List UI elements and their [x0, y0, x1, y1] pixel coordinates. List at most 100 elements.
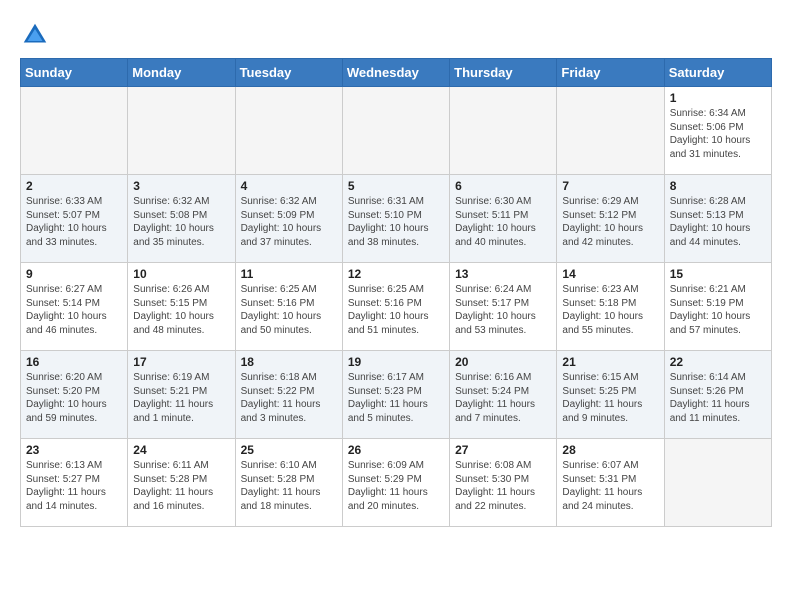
day-number: 13	[455, 267, 551, 281]
calendar-cell: 25 Sunrise: 6:10 AM Sunset: 5:28 PM Dayli…	[235, 439, 342, 527]
day-info: Sunrise: 6:31 AM Sunset: 5:10 PM Dayligh…	[348, 195, 444, 249]
day-number: 23	[26, 443, 122, 457]
day-info: Sunrise: 6:13 AM Sunset: 5:27 PM Dayligh…	[26, 459, 122, 513]
day-info: Sunrise: 6:28 AM Sunset: 5:13 PM Dayligh…	[670, 195, 766, 249]
calendar-cell: 19 Sunrise: 6:17 AM Sunset: 5:23 PM Dayli…	[342, 351, 449, 439]
calendar-cell: 14 Sunrise: 6:23 AM Sunset: 5:18 PM Dayli…	[557, 263, 664, 351]
day-info: Sunrise: 6:14 AM Sunset: 5:26 PM Dayligh…	[670, 371, 766, 425]
calendar-cell: 15 Sunrise: 6:21 AM Sunset: 5:19 PM Dayli…	[664, 263, 771, 351]
col-header-wednesday: Wednesday	[342, 59, 449, 87]
day-number: 18	[241, 355, 337, 369]
calendar-cell	[450, 87, 557, 175]
day-info: Sunrise: 6:26 AM Sunset: 5:15 PM Dayligh…	[133, 283, 229, 337]
day-number: 6	[455, 179, 551, 193]
calendar-week-row: 2Sunrise: 6:33 AM Sunset: 5:07 PM Daylig…	[21, 175, 772, 263]
day-number: 10	[133, 267, 229, 281]
day-info: Sunrise: 6:27 AM Sunset: 5:14 PM Dayligh…	[26, 283, 122, 337]
col-header-saturday: Saturday	[664, 59, 771, 87]
col-header-thursday: Thursday	[450, 59, 557, 87]
calendar-header-row: SundayMondayTuesdayWednesdayThursdayFrid…	[21, 59, 772, 87]
day-number: 4	[241, 179, 337, 193]
day-info: Sunrise: 6:25 AM Sunset: 5:16 PM Dayligh…	[348, 283, 444, 337]
day-info: Sunrise: 6:34 AM Sunset: 5:06 PM Dayligh…	[670, 107, 766, 161]
calendar-week-row: 16 Sunrise: 6:20 AM Sunset: 5:20 PM Dayli…	[21, 351, 772, 439]
calendar-cell: 1 Sunrise: 6:34 AM Sunset: 5:06 PM Daylig…	[664, 87, 771, 175]
calendar-cell: 4 Sunrise: 6:32 AM Sunset: 5:09 PM Daylig…	[235, 175, 342, 263]
day-info: Sunrise: 6:30 AM Sunset: 5:11 PM Dayligh…	[455, 195, 551, 249]
day-info: Sunrise: 6:18 AM Sunset: 5:22 PM Dayligh…	[241, 371, 337, 425]
calendar-cell: 9Sunrise: 6:27 AM Sunset: 5:14 PM Daylig…	[21, 263, 128, 351]
day-info: Sunrise: 6:32 AM Sunset: 5:08 PM Dayligh…	[133, 195, 229, 249]
day-number: 20	[455, 355, 551, 369]
calendar-cell: 7 Sunrise: 6:29 AM Sunset: 5:12 PM Daylig…	[557, 175, 664, 263]
day-number: 25	[241, 443, 337, 457]
day-info: Sunrise: 6:16 AM Sunset: 5:24 PM Dayligh…	[455, 371, 551, 425]
day-number: 12	[348, 267, 444, 281]
day-info: Sunrise: 6:07 AM Sunset: 5:31 PM Dayligh…	[562, 459, 658, 513]
day-info: Sunrise: 6:15 AM Sunset: 5:25 PM Dayligh…	[562, 371, 658, 425]
day-number: 2	[26, 179, 122, 193]
calendar-cell: 27 Sunrise: 6:08 AM Sunset: 5:30 PM Dayli…	[450, 439, 557, 527]
day-info: Sunrise: 6:11 AM Sunset: 5:28 PM Dayligh…	[133, 459, 229, 513]
calendar-cell: 20 Sunrise: 6:16 AM Sunset: 5:24 PM Dayli…	[450, 351, 557, 439]
day-info: Sunrise: 6:32 AM Sunset: 5:09 PM Dayligh…	[241, 195, 337, 249]
calendar-cell: 17Sunrise: 6:19 AM Sunset: 5:21 PM Dayli…	[128, 351, 235, 439]
day-info: Sunrise: 6:23 AM Sunset: 5:18 PM Dayligh…	[562, 283, 658, 337]
day-info: Sunrise: 6:08 AM Sunset: 5:30 PM Dayligh…	[455, 459, 551, 513]
day-number: 22	[670, 355, 766, 369]
calendar-cell: 8 Sunrise: 6:28 AM Sunset: 5:13 PM Daylig…	[664, 175, 771, 263]
day-info: Sunrise: 6:19 AM Sunset: 5:21 PM Dayligh…	[133, 371, 229, 425]
col-header-monday: Monday	[128, 59, 235, 87]
day-number: 3	[133, 179, 229, 193]
day-number: 15	[670, 267, 766, 281]
calendar: SundayMondayTuesdayWednesdayThursdayFrid…	[20, 58, 772, 527]
day-number: 7	[562, 179, 658, 193]
day-number: 14	[562, 267, 658, 281]
logo	[20, 20, 54, 50]
col-header-friday: Friday	[557, 59, 664, 87]
calendar-cell: 3 Sunrise: 6:32 AM Sunset: 5:08 PM Daylig…	[128, 175, 235, 263]
calendar-week-row: 23 Sunrise: 6:13 AM Sunset: 5:27 PM Dayli…	[21, 439, 772, 527]
calendar-cell: 24 Sunrise: 6:11 AM Sunset: 5:28 PM Dayli…	[128, 439, 235, 527]
calendar-cell	[235, 87, 342, 175]
day-number: 28	[562, 443, 658, 457]
calendar-cell: 23 Sunrise: 6:13 AM Sunset: 5:27 PM Dayli…	[21, 439, 128, 527]
day-number: 19	[348, 355, 444, 369]
calendar-cell	[557, 87, 664, 175]
page-header	[20, 20, 772, 50]
day-info: Sunrise: 6:24 AM Sunset: 5:17 PM Dayligh…	[455, 283, 551, 337]
logo-icon	[20, 20, 50, 50]
calendar-cell: 18 Sunrise: 6:18 AM Sunset: 5:22 PM Dayli…	[235, 351, 342, 439]
calendar-cell	[664, 439, 771, 527]
calendar-cell: 21Sunrise: 6:15 AM Sunset: 5:25 PM Dayli…	[557, 351, 664, 439]
calendar-cell: 10 Sunrise: 6:26 AM Sunset: 5:15 PM Dayli…	[128, 263, 235, 351]
day-info: Sunrise: 6:17 AM Sunset: 5:23 PM Dayligh…	[348, 371, 444, 425]
calendar-cell: 11 Sunrise: 6:25 AM Sunset: 5:16 PM Dayli…	[235, 263, 342, 351]
calendar-cell	[21, 87, 128, 175]
calendar-cell: 28 Sunrise: 6:07 AM Sunset: 5:31 PM Dayli…	[557, 439, 664, 527]
calendar-cell	[128, 87, 235, 175]
calendar-cell: 22 Sunrise: 6:14 AM Sunset: 5:26 PM Dayli…	[664, 351, 771, 439]
day-number: 5	[348, 179, 444, 193]
day-number: 8	[670, 179, 766, 193]
day-number: 1	[670, 91, 766, 105]
day-number: 26	[348, 443, 444, 457]
day-number: 27	[455, 443, 551, 457]
calendar-cell: 5 Sunrise: 6:31 AM Sunset: 5:10 PM Daylig…	[342, 175, 449, 263]
day-number: 16	[26, 355, 122, 369]
calendar-cell: 13 Sunrise: 6:24 AM Sunset: 5:17 PM Dayli…	[450, 263, 557, 351]
day-info: Sunrise: 6:21 AM Sunset: 5:19 PM Dayligh…	[670, 283, 766, 337]
calendar-week-row: 9Sunrise: 6:27 AM Sunset: 5:14 PM Daylig…	[21, 263, 772, 351]
calendar-cell: 26Sunrise: 6:09 AM Sunset: 5:29 PM Dayli…	[342, 439, 449, 527]
day-info: Sunrise: 6:10 AM Sunset: 5:28 PM Dayligh…	[241, 459, 337, 513]
day-info: Sunrise: 6:20 AM Sunset: 5:20 PM Dayligh…	[26, 371, 122, 425]
day-info: Sunrise: 6:29 AM Sunset: 5:12 PM Dayligh…	[562, 195, 658, 249]
calendar-cell: 2Sunrise: 6:33 AM Sunset: 5:07 PM Daylig…	[21, 175, 128, 263]
calendar-cell: 6 Sunrise: 6:30 AM Sunset: 5:11 PM Daylig…	[450, 175, 557, 263]
day-number: 11	[241, 267, 337, 281]
col-header-sunday: Sunday	[21, 59, 128, 87]
day-info: Sunrise: 6:25 AM Sunset: 5:16 PM Dayligh…	[241, 283, 337, 337]
day-number: 24	[133, 443, 229, 457]
calendar-cell	[342, 87, 449, 175]
calendar-cell: 16 Sunrise: 6:20 AM Sunset: 5:20 PM Dayli…	[21, 351, 128, 439]
